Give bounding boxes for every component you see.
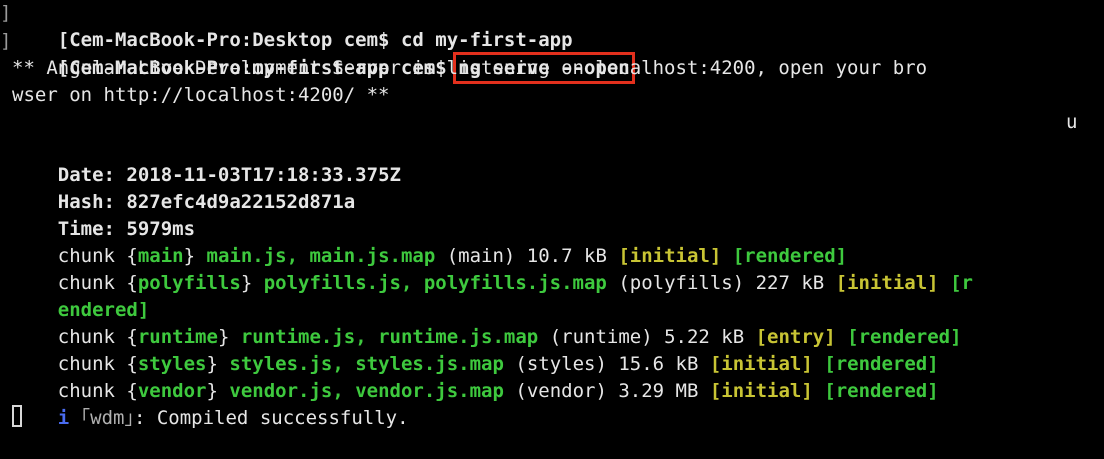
chunk-line-polyfills-wrap: endered] (12, 270, 150, 321)
server-message-line-2: wser on http://localhost:4200/ ** (12, 84, 390, 106)
wdm-tag: ｢wdm｣ (69, 407, 134, 429)
chunk-name: polyfills (137, 272, 241, 294)
terminal-window[interactable]: [Cem-MacBook-Pro:Desktop cem$ cd my-firs… (0, 0, 1104, 445)
time-line: Time: 5979ms (12, 189, 195, 240)
chunk-line-main: chunk {main} main.js, main.js.map (main)… (12, 216, 847, 267)
terminal-cursor (12, 405, 22, 427)
server-message-line-1: ** Angular Live Development Server is li… (12, 57, 928, 79)
stray-character: u (1066, 111, 1078, 133)
chunk-line-vendor: chunk {vendor} vendor.js, vendor.js.map … (12, 351, 939, 402)
chunk-meta: (vendor) 3.29 MB (503, 380, 710, 402)
chunk-tag: [r (950, 272, 973, 294)
chunk-tag: [rendered] (824, 380, 939, 402)
line-edge-marker: ] (0, 2, 12, 24)
chunk-line-styles: chunk {styles} styles.js, styles.js.map … (12, 324, 939, 375)
compile-message: : Compiled successfully. (133, 407, 409, 429)
brace: } (240, 272, 264, 294)
line-edge-marker: ] (0, 30, 12, 52)
chunk-meta: (polyfills) 227 kB (606, 272, 836, 294)
chunk-tag: [initial] (709, 380, 813, 402)
hash-line: Hash: 827efc4d9a22152d871a (12, 162, 355, 213)
chunk-tag: [initial] (835, 272, 939, 294)
wdm-status-line: i ｢wdm｣: Compiled successfully. (12, 378, 409, 429)
chunk-line-runtime: chunk {runtime} runtime.js, runtime.js.m… (12, 297, 962, 348)
date-line: Date: 2018-11-03T17:18:33.375Z (12, 135, 401, 186)
chunk-line-polyfills: chunk {polyfills} polyfills.js, polyfill… (12, 243, 973, 294)
chunk-files: polyfills.js, polyfills.js.map (263, 272, 607, 294)
info-icon: i (57, 407, 70, 429)
